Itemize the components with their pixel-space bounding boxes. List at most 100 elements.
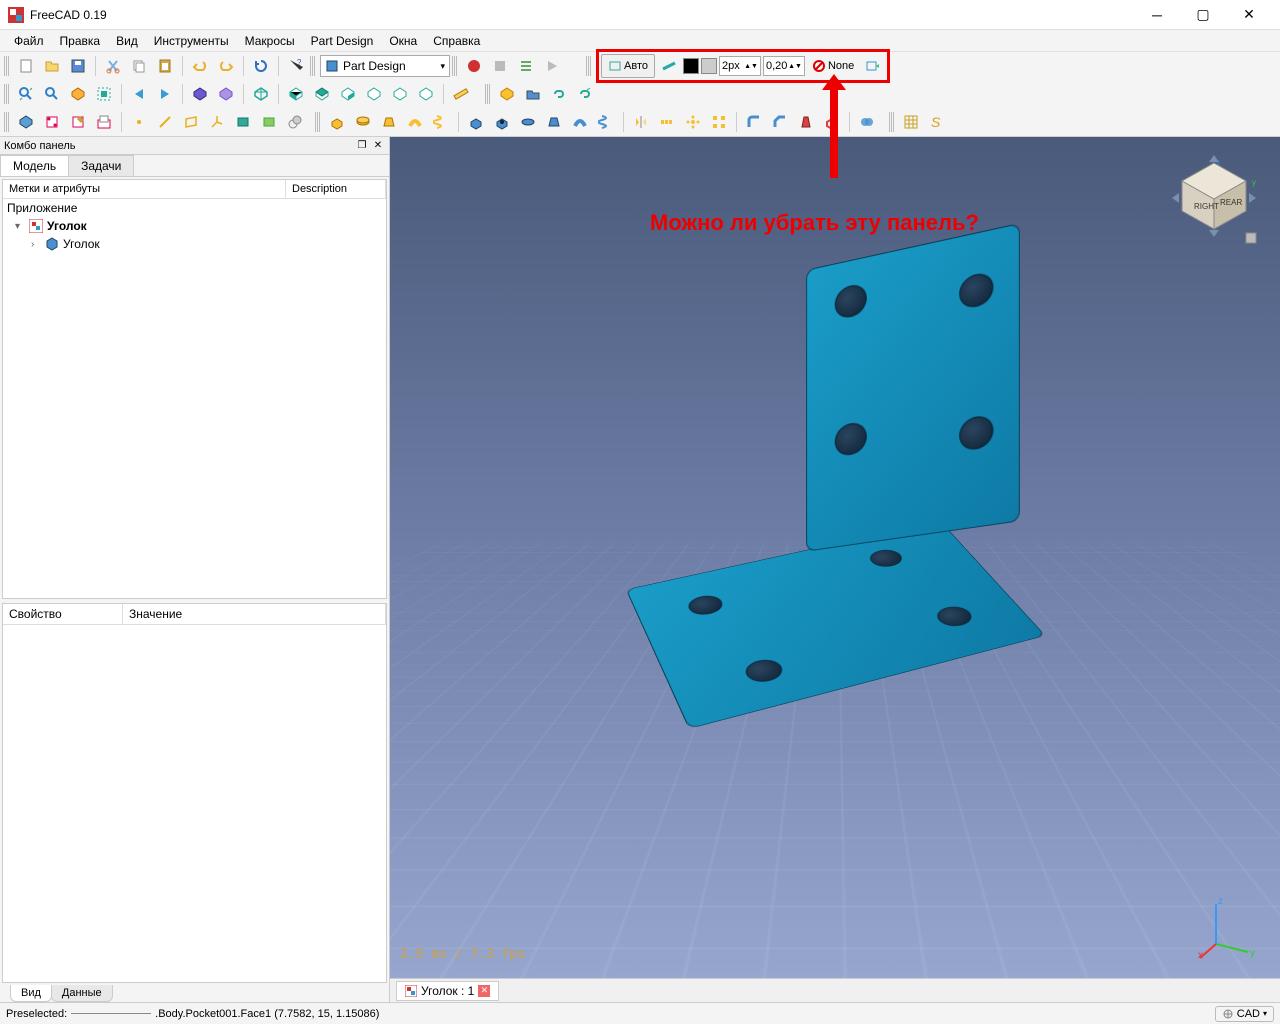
toolbar-grip[interactable] xyxy=(452,56,458,76)
draft-plane-button[interactable]: Авто xyxy=(601,54,655,78)
link-select-final-icon[interactable] xyxy=(214,82,238,106)
close-button[interactable]: ✕ xyxy=(1226,0,1272,30)
fit-all-icon[interactable] xyxy=(14,82,38,106)
pipe-add-icon[interactable] xyxy=(403,110,427,134)
shapestring-icon[interactable]: S xyxy=(925,110,949,134)
part-icon[interactable] xyxy=(495,82,519,106)
tab-tasks[interactable]: Задачи xyxy=(68,155,134,176)
subshapebinder-icon[interactable] xyxy=(257,110,281,134)
navigation-cube[interactable]: RIGHT REAR z y xyxy=(1164,153,1264,253)
loft-sub-icon[interactable] xyxy=(542,110,566,134)
cut-icon[interactable] xyxy=(101,54,125,78)
pipe-sub-icon[interactable] xyxy=(568,110,592,134)
view-left-icon[interactable] xyxy=(414,82,438,106)
draw-style-icon[interactable] xyxy=(66,82,90,106)
draft-construction-icon[interactable] xyxy=(657,54,681,78)
workbench-selector[interactable]: Part Design ▾ xyxy=(320,55,450,77)
model-bracket[interactable] xyxy=(610,247,1050,807)
revolution-icon[interactable] xyxy=(351,110,375,134)
draft-face-color[interactable] xyxy=(701,58,717,74)
menu-windows[interactable]: Окна xyxy=(381,32,425,50)
helix-sub-icon[interactable] xyxy=(594,110,618,134)
body-icon[interactable] xyxy=(14,110,38,134)
property-panel[interactable]: Свойство Значение xyxy=(2,603,387,983)
clone-icon[interactable] xyxy=(283,110,307,134)
macro-stop-icon[interactable] xyxy=(488,54,512,78)
bounding-box-icon[interactable] xyxy=(92,82,116,106)
draft-icon[interactable] xyxy=(794,110,818,134)
view-rear-icon[interactable] xyxy=(362,82,386,106)
tree-body-item[interactable]: › Уголок xyxy=(3,235,386,253)
pad-icon[interactable] xyxy=(325,110,349,134)
model-tree[interactable]: Метки и атрибуты Description Приложение … xyxy=(2,179,387,599)
tab-data[interactable]: Данные xyxy=(51,985,113,1002)
menu-file[interactable]: Файл xyxy=(6,32,52,50)
refresh-icon[interactable] xyxy=(249,54,273,78)
close-tab-icon[interactable]: ✕ xyxy=(478,985,490,997)
menu-macros[interactable]: Макросы xyxy=(237,32,303,50)
multitransform-icon[interactable] xyxy=(707,110,731,134)
sketch-icon[interactable] xyxy=(40,110,64,134)
toolbar-grip[interactable] xyxy=(889,112,895,132)
link-actions-icon[interactable] xyxy=(573,82,597,106)
tab-model[interactable]: Модель xyxy=(0,155,69,176)
groove-icon[interactable] xyxy=(516,110,540,134)
hole-icon[interactable] xyxy=(490,110,514,134)
toolbar-grip[interactable] xyxy=(310,56,316,76)
macro-list-icon[interactable] xyxy=(514,54,538,78)
panel-float-icon[interactable]: ❐ xyxy=(355,139,369,153)
paste-icon[interactable] xyxy=(153,54,177,78)
toolbar-grip[interactable] xyxy=(485,84,491,104)
open-file-icon[interactable] xyxy=(40,54,64,78)
copy-icon[interactable] xyxy=(127,54,151,78)
nav-back-icon[interactable] xyxy=(127,82,151,106)
fit-selection-icon[interactable] xyxy=(40,82,64,106)
draft-font-size[interactable]: 0,20▲▼ xyxy=(763,56,805,76)
hatch-icon[interactable] xyxy=(899,110,923,134)
datum-cs-icon[interactable] xyxy=(205,110,229,134)
link-select-icon[interactable] xyxy=(188,82,212,106)
shapebinder-icon[interactable] xyxy=(231,110,255,134)
minimize-button[interactable]: ─ xyxy=(1134,0,1180,30)
menu-partdesign[interactable]: Part Design xyxy=(303,32,382,50)
whatsthis-icon[interactable]: ? xyxy=(284,54,308,78)
isometric-icon[interactable] xyxy=(249,82,273,106)
datum-line-icon[interactable] xyxy=(153,110,177,134)
redo-icon[interactable] xyxy=(214,54,238,78)
datum-point-icon[interactable] xyxy=(127,110,151,134)
toolbar-grip[interactable] xyxy=(4,56,10,76)
menu-edit[interactable]: Правка xyxy=(52,32,109,50)
toolbar-grip[interactable] xyxy=(4,112,10,132)
menu-help[interactable]: Справка xyxy=(425,32,488,50)
toolbar-grip[interactable] xyxy=(315,112,321,132)
helix-add-icon[interactable] xyxy=(429,110,453,134)
datum-plane-icon[interactable] xyxy=(179,110,203,134)
map-sketch-icon[interactable] xyxy=(92,110,116,134)
polar-pattern-icon[interactable] xyxy=(681,110,705,134)
linear-pattern-icon[interactable] xyxy=(655,110,679,134)
group-icon[interactable] xyxy=(521,82,545,106)
undo-icon[interactable] xyxy=(188,54,212,78)
save-file-icon[interactable] xyxy=(66,54,90,78)
loft-add-icon[interactable] xyxy=(377,110,401,134)
document-tab[interactable]: Уголок : 1 ✕ xyxy=(396,981,499,1001)
view-top-icon[interactable] xyxy=(310,82,334,106)
panel-close-icon[interactable]: ✕ xyxy=(371,139,385,153)
link-make-icon[interactable] xyxy=(547,82,571,106)
draft-line-width[interactable]: 2px▲▼ xyxy=(719,56,761,76)
nav-forward-icon[interactable] xyxy=(153,82,177,106)
menu-view[interactable]: Вид xyxy=(108,32,146,50)
view-right-icon[interactable] xyxy=(336,82,360,106)
menu-tools[interactable]: Инструменты xyxy=(146,32,237,50)
boolean-icon[interactable] xyxy=(855,110,879,134)
draft-autogroup-icon[interactable] xyxy=(861,54,885,78)
measure-icon[interactable] xyxy=(449,82,473,106)
tree-root[interactable]: Приложение xyxy=(3,199,386,217)
pocket-icon[interactable] xyxy=(464,110,488,134)
new-file-icon[interactable] xyxy=(14,54,38,78)
toolbar-grip[interactable] xyxy=(586,56,592,76)
macro-run-icon[interactable] xyxy=(540,54,564,78)
macro-record-icon[interactable] xyxy=(462,54,486,78)
mirror-icon[interactable] xyxy=(629,110,653,134)
maximize-button[interactable]: ▢ xyxy=(1180,0,1226,30)
